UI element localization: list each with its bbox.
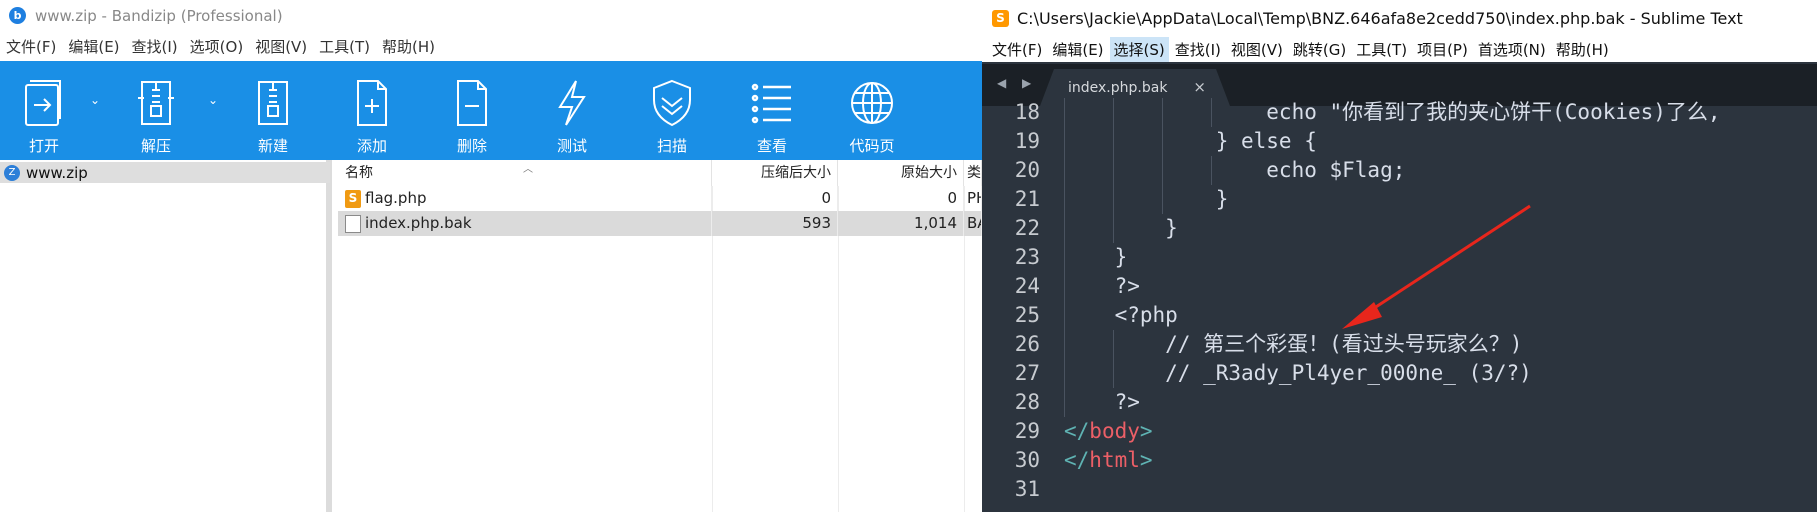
bandizip-toolbar: 打开 ⌄ 解压 ⌄ 新建 添加 删除 测试 扫描 查看 代码页 [0,61,982,160]
new-zip-icon [245,73,301,133]
st-menu-help[interactable]: 帮助(H) [1552,37,1613,62]
scan-button[interactable]: 扫描 [622,61,722,160]
tab-nav-arrows-icon[interactable]: ◀ ▶ [997,76,1037,90]
sublime-window: S C:\Users\Jackie\AppData\Local\Temp\BNZ… [982,0,1817,512]
file-list-header: 名称 ︿ 压缩后大小 原始大小 类型 [338,160,982,186]
st-menu-goto[interactable]: 跳转(G) [1289,37,1350,62]
bandizip-menubar: 文件(F) 编辑(E) 查找(I) 选项(O) 视图(V) 工具(T) 帮助(H… [0,33,441,59]
zip-archive-icon: Z [4,164,20,181]
st-menu-project[interactable]: 项目(P) [1413,37,1472,62]
view-button[interactable]: 查看 [722,61,822,160]
delete-file-icon [444,73,500,133]
delete-button[interactable]: 删除 [422,61,522,160]
new-archive-button[interactable]: 新建 [224,61,322,160]
menu-edit[interactable]: 编辑(E) [68,36,119,57]
column-type[interactable]: 类型 [964,160,982,186]
open-dropdown[interactable]: ⌄ [88,61,106,160]
bandizip-title: www.zip - Bandizip (Professional) [35,6,283,25]
chevron-down-icon: ⌄ [90,93,101,107]
st-menu-selection[interactable]: 选择(S) [1109,36,1169,62]
code-editor[interactable]: 18 echo "你看到了我的夹心饼干(Cookies)了么, 19 } else… [982,98,1817,512]
st-menu-file[interactable]: 文件(F) [988,37,1046,62]
file-list-panel: 名称 ︿ 压缩后大小 原始大小 类型 S flag.php 0 0 PHP in… [338,160,982,512]
archive-tree-panel: Z www.zip [0,160,332,512]
menu-view[interactable]: 视图(V) [255,36,307,57]
sublime-title: C:\Users\Jackie\AppData\Local\Temp\BNZ.6… [1017,8,1743,28]
add-button[interactable]: 添加 [322,61,422,160]
st-menu-preferences[interactable]: 首选项(N) [1474,37,1550,62]
bandizip-app-icon: b [9,7,26,24]
extract-button[interactable]: 解压 [106,61,206,160]
st-menu-find[interactable]: 查找(I) [1171,37,1225,62]
arrow-shaft [1355,204,1531,322]
column-name[interactable]: 名称 ︿ [338,160,712,186]
shield-icon [644,73,700,133]
st-menu-view[interactable]: 视图(V) [1227,37,1287,62]
file-row-selected[interactable]: index.php.bak 593 1,014 BAK [338,211,982,236]
sublime-titlebar: S C:\Users\Jackie\AppData\Local\Temp\BNZ… [982,0,1817,36]
menu-find[interactable]: 查找(I) [132,36,178,57]
list-view-icon [744,73,800,133]
extract-dropdown[interactable]: ⌄ [206,61,224,160]
bandizip-window: b www.zip - Bandizip (Professional) 文件(F… [0,0,982,512]
st-menu-tools[interactable]: 工具(T) [1352,37,1411,62]
menu-file[interactable]: 文件(F) [6,36,56,57]
arrow-head [1342,302,1382,329]
menu-options[interactable]: 选项(O) [190,36,244,57]
sublime-app-icon: S [992,9,1009,27]
red-annotation-arrow [1342,204,1531,329]
lightning-icon [544,73,600,133]
file-row[interactable]: S flag.php 0 0 PHP [338,186,982,211]
close-tab-icon[interactable]: × [1193,78,1206,96]
menu-tools[interactable]: 工具(T) [319,36,370,57]
add-file-icon [344,73,400,133]
column-original-size[interactable]: 原始大小 [838,160,964,186]
sublime-menubar: 文件(F) 编辑(E) 选择(S) 查找(I) 视图(V) 跳转(G) 工具(T… [982,36,1817,62]
php-file-icon: S [345,189,361,208]
tree-node-root[interactable]: Z www.zip [0,162,330,183]
menu-help[interactable]: 帮助(H) [382,36,435,57]
chevron-down-icon: ⌄ [208,93,219,107]
column-compressed-size[interactable]: 压缩后大小 [712,160,838,186]
open-button[interactable]: 打开 [0,61,88,160]
bak-file-icon [345,214,361,233]
globe-icon [844,73,900,133]
bandizip-titlebar: b www.zip - Bandizip (Professional) [0,0,982,31]
sort-ascending-icon: ︿ [523,164,533,175]
codepage-button[interactable]: 代码页 [822,61,922,160]
extract-zip-icon [128,73,184,133]
open-archive-icon [16,73,72,133]
st-menu-edit[interactable]: 编辑(E) [1048,37,1107,62]
test-button[interactable]: 测试 [522,61,622,160]
